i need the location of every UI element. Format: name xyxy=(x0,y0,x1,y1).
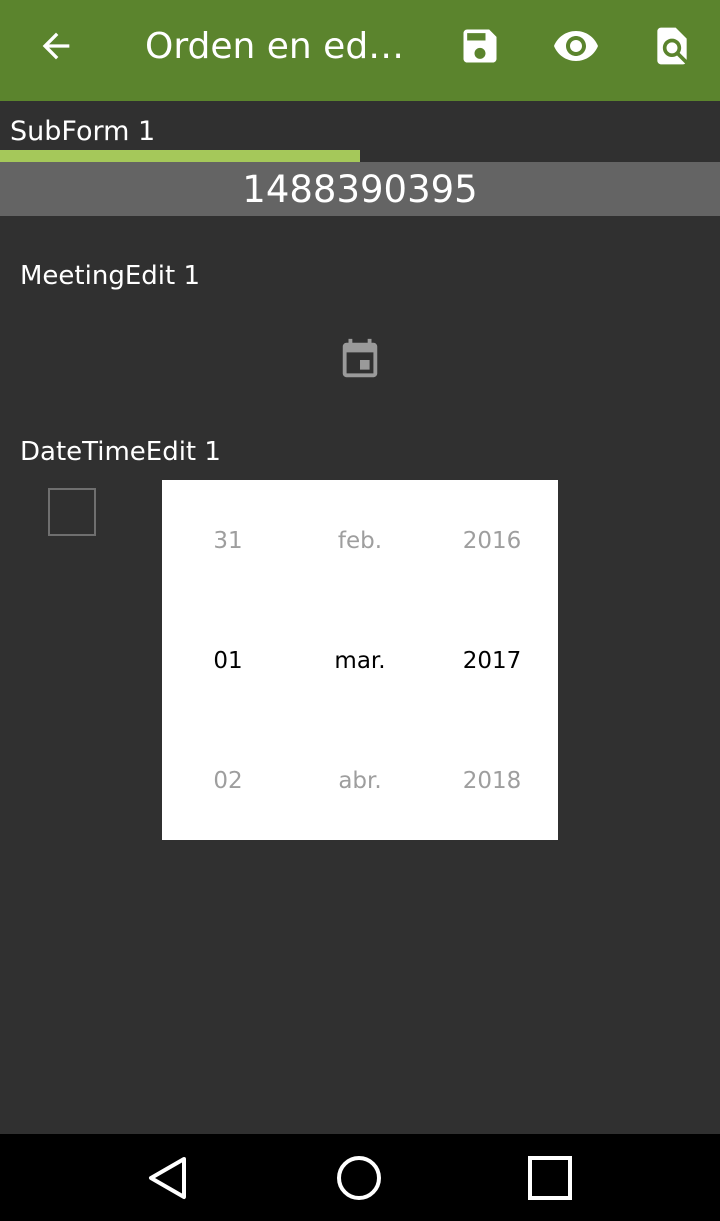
datetime-enabled-checkbox[interactable] xyxy=(48,488,96,536)
day-next[interactable]: 02 xyxy=(162,761,294,801)
back-button[interactable] xyxy=(28,18,84,74)
day-selected[interactable]: 01 xyxy=(162,641,294,681)
system-nav-bar xyxy=(0,1134,720,1221)
year-prev[interactable]: 2016 xyxy=(426,521,558,561)
month-column[interactable]: feb. mar. abr. xyxy=(294,480,426,840)
subform-label: SubForm 1 xyxy=(10,116,156,147)
find-in-page-button[interactable] xyxy=(644,18,700,74)
circle-home-icon xyxy=(337,1156,381,1200)
year-next[interactable]: 2018 xyxy=(426,761,558,801)
app-bar: Orden en edi... xyxy=(0,0,720,101)
find-in-page-icon xyxy=(657,27,687,65)
date-picker: 31 01 02 feb. mar. abr. 2016 2017 2018 xyxy=(162,480,558,840)
month-prev[interactable]: feb. xyxy=(294,521,426,561)
year-selected[interactable]: 2017 xyxy=(426,641,558,681)
month-selected[interactable]: mar. xyxy=(294,641,426,681)
day-prev[interactable]: 31 xyxy=(162,521,294,561)
datetime-edit-label: DateTimeEdit 1 xyxy=(20,437,221,467)
subform-progress-fill xyxy=(0,150,360,162)
subform-progress xyxy=(0,150,720,162)
record-id: 1488390395 xyxy=(0,162,720,216)
system-recents-button[interactable] xyxy=(515,1148,585,1208)
year-column[interactable]: 2016 2017 2018 xyxy=(426,480,558,840)
page-title: Orden en edi... xyxy=(145,26,405,67)
save-button[interactable] xyxy=(452,18,508,74)
meeting-edit-label: MeetingEdit 1 xyxy=(20,261,200,291)
month-next[interactable]: abr. xyxy=(294,761,426,801)
preview-button[interactable] xyxy=(548,18,604,74)
day-column[interactable]: 31 01 02 xyxy=(162,480,294,840)
arrow-back-icon xyxy=(42,32,70,60)
square-recents-icon xyxy=(528,1156,572,1200)
eye-icon xyxy=(554,31,598,61)
save-icon xyxy=(463,29,497,63)
triangle-back-icon xyxy=(149,1157,186,1199)
system-home-button[interactable] xyxy=(324,1148,394,1208)
system-back-button[interactable] xyxy=(135,1148,205,1208)
calendar-icon xyxy=(342,338,378,378)
calendar-button[interactable] xyxy=(330,330,390,390)
